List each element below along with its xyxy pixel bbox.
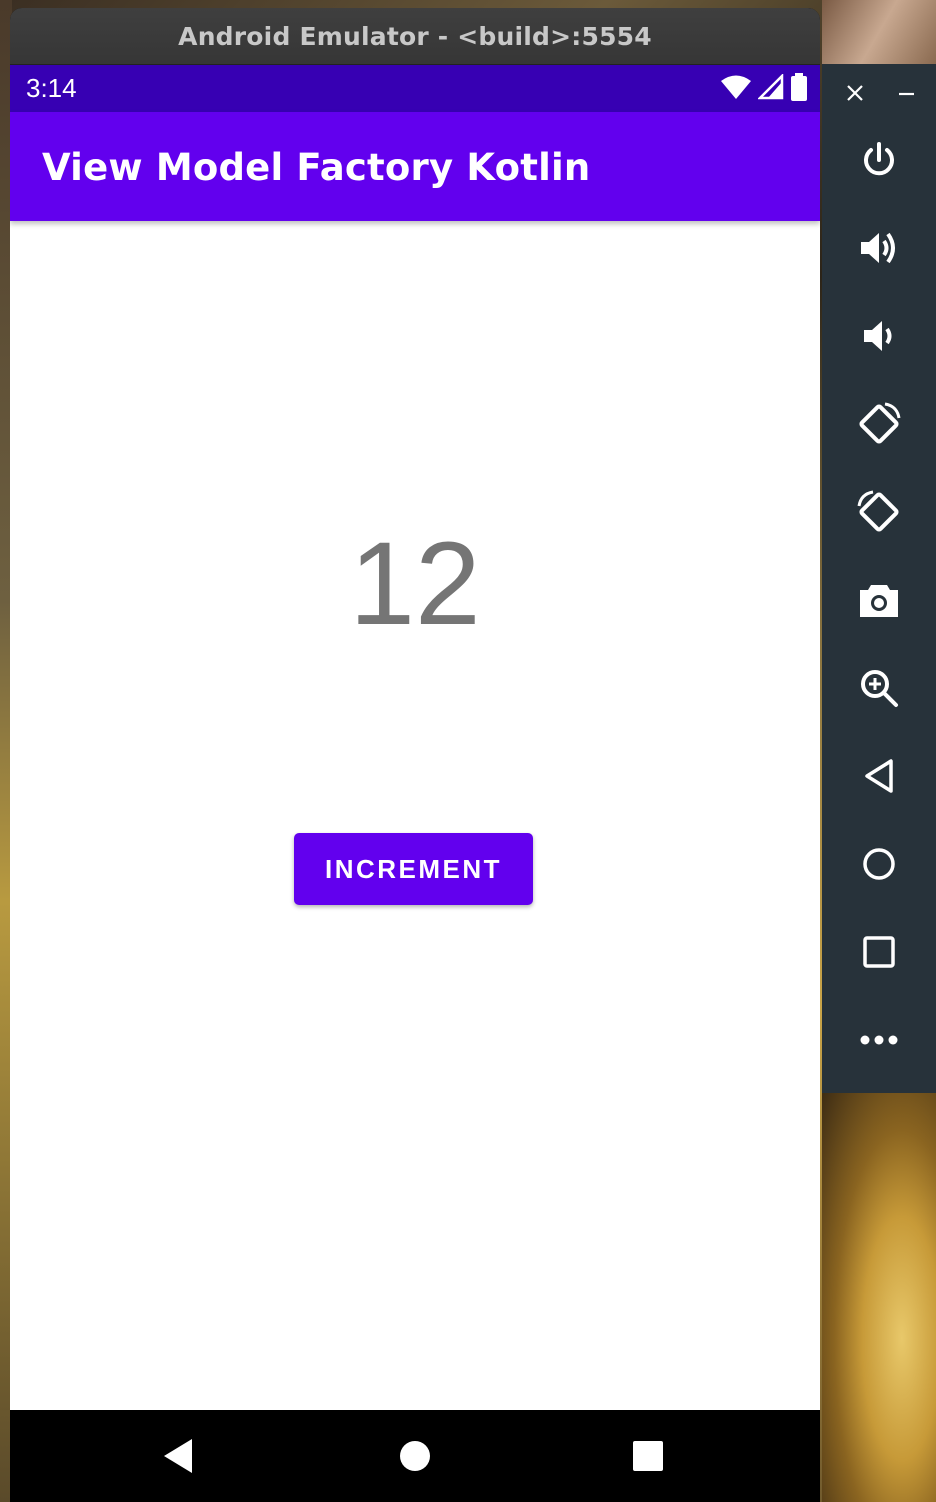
camera-icon [860,585,898,617]
app-bar: View Model Factory Kotlin [10,112,820,221]
screenshot-button[interactable] [849,570,909,630]
nav-recents-button[interactable] [588,1410,708,1502]
back-icon [164,1439,192,1473]
desktop-background-top-right [822,0,936,64]
minimize-icon [899,92,914,96]
navigation-bar [10,1410,820,1502]
status-time: 3:14 [26,73,77,103]
window-titlebar[interactable]: Android Emulator - <build>:5554 [10,8,820,65]
volume-up-icon [861,232,895,264]
sidebar-close-button[interactable] [844,82,866,104]
power-icon [864,142,894,176]
main-content: 12 INCREMENT [10,221,820,1410]
back-icon [865,759,893,793]
overview-icon [863,936,895,968]
home-icon [863,848,895,880]
status-icons [720,73,808,101]
sidebar-minimize-button[interactable] [896,82,918,104]
battery-icon [791,73,807,101]
sidebar-overview-button[interactable] [849,922,909,982]
rotate-left-button[interactable] [849,394,909,454]
status-bar: 3:14 [10,65,820,112]
volume-up-button[interactable] [849,218,909,278]
rotate-right-button[interactable] [849,482,909,542]
volume-down-icon [864,321,892,351]
app-title: View Model Factory Kotlin [42,146,591,189]
power-button[interactable] [849,130,909,190]
home-icon [400,1441,430,1471]
rotate-left-icon [859,402,901,444]
more-button[interactable] [849,1010,909,1070]
signal-icon [758,74,784,100]
more-icon [860,1035,898,1045]
window-title: Android Emulator - <build>:5554 [178,21,652,51]
sidebar-window-controls [822,64,936,124]
recents-icon [633,1441,663,1471]
zoom-icon [861,670,898,707]
wifi-icon [721,75,751,99]
emulator-sidebar [822,64,936,1093]
desktop-background-bottom-right [822,1093,936,1502]
nav-home-button[interactable] [355,1410,475,1502]
zoom-button[interactable] [849,658,909,718]
rotate-right-icon [857,490,899,532]
sidebar-home-button[interactable] [849,834,909,894]
nav-back-button[interactable] [118,1410,238,1502]
counter-text: 12 [349,518,481,650]
emulator-window: Android Emulator - <build>:5554 3:14 Vie… [10,8,820,1502]
volume-down-button[interactable] [849,306,909,366]
close-icon [847,85,863,101]
increment-button[interactable]: INCREMENT [294,833,533,905]
sidebar-back-button[interactable] [849,746,909,806]
